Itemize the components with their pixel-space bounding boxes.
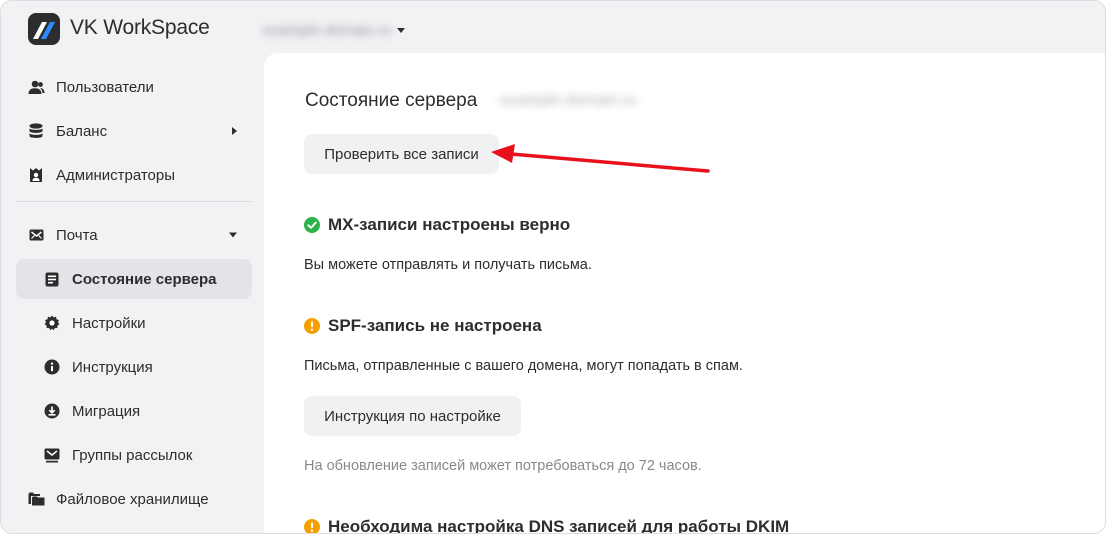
update-time-note: На обновление записей может потребоватьс… <box>304 458 702 474</box>
check-circle-icon <box>304 217 320 233</box>
sidebar-item-label: Настройки <box>72 314 146 332</box>
admin-icon <box>27 166 45 184</box>
folders-icon <box>27 490 45 508</box>
logo-mark-icon <box>33 22 55 39</box>
sidebar-item-label: Группы рассылок <box>72 446 193 464</box>
sidebar-item-users[interactable]: Пользователи <box>16 67 252 107</box>
chevron-right-icon <box>232 127 237 135</box>
status-title: Необходима настройка DNS записей для раб… <box>328 517 790 534</box>
status-title: SPF-запись не настроена <box>328 316 542 335</box>
domain-name: example-domain.ru <box>263 21 392 39</box>
sidebar-item-label: Миграция <box>72 402 141 420</box>
gear-icon <box>43 314 61 332</box>
sidebar-item-label: Баланс <box>56 122 108 140</box>
warning-circle-icon <box>304 318 320 334</box>
setup-instruction-button[interactable]: Инструкция по настройке <box>304 396 521 436</box>
database-icon <box>27 122 45 140</box>
mx-status-heading: MX-записи настроены верно <box>304 215 570 235</box>
info-icon <box>43 358 61 376</box>
brand-name: VK WorkSpace <box>70 16 210 39</box>
sidebar-item-administrators[interactable]: Администраторы <box>16 155 252 195</box>
sidebar-item-label: Пользователи <box>56 78 154 96</box>
check-all-records-button[interactable]: Проверить все записи <box>304 134 499 174</box>
dkim-status-heading: Необходима настройка DNS записей для раб… <box>304 517 790 534</box>
sidebar-item-label: Инструкция <box>72 358 153 376</box>
mailing-group-icon <box>43 446 61 464</box>
sidebar-item-instructions[interactable]: Инструкция <box>16 347 252 387</box>
sidebar-item-label: Файловое хранилище <box>56 490 209 508</box>
page-title: Состояние сервера <box>305 90 478 111</box>
mx-status-description: Вы можете отправлять и получать письма. <box>304 257 592 273</box>
sidebar-item-label: Состояние сервера <box>72 270 217 288</box>
sidebar-item-label: Почта <box>56 226 98 244</box>
header: VK WorkSpace example-domain.ru <box>1 1 1105 57</box>
sidebar-item-balance[interactable]: Баланс <box>16 111 252 151</box>
sidebar: Пользователи Баланс Администраторы Почта <box>16 67 252 523</box>
page-title-domain: example-domain.ru <box>500 92 637 109</box>
download-icon <box>43 402 61 420</box>
sidebar-divider <box>16 201 252 202</box>
sidebar-item-migration[interactable]: Миграция <box>16 391 252 431</box>
main-content: Состояние сервера example-domain.ru Пров… <box>264 53 1105 534</box>
spf-status-description: Письма, отправленные с вашего домена, мо… <box>304 358 743 374</box>
users-icon <box>27 78 45 96</box>
server-status-icon <box>43 270 61 288</box>
app-window: VK WorkSpace example-domain.ru Пользоват… <box>0 0 1106 534</box>
vk-workspace-logo[interactable] <box>28 13 60 45</box>
sidebar-item-settings[interactable]: Настройки <box>16 303 252 343</box>
warning-circle-icon <box>304 519 320 533</box>
sidebar-item-label: Администраторы <box>56 166 176 184</box>
sidebar-item-mailing-groups[interactable]: Группы рассылок <box>16 435 252 475</box>
chevron-down-icon <box>397 27 406 33</box>
sidebar-item-mail[interactable]: Почта <box>16 215 252 255</box>
status-title: MX-записи настроены верно <box>328 215 571 234</box>
chevron-down-icon <box>229 232 237 238</box>
spf-status-heading: SPF-запись не настроена <box>304 316 542 336</box>
domain-selector[interactable]: example-domain.ru <box>263 19 406 41</box>
mail-icon <box>27 226 45 244</box>
sidebar-item-server-status[interactable]: Состояние сервера <box>16 259 252 299</box>
sidebar-item-file-storage[interactable]: Файловое хранилище <box>16 479 252 519</box>
